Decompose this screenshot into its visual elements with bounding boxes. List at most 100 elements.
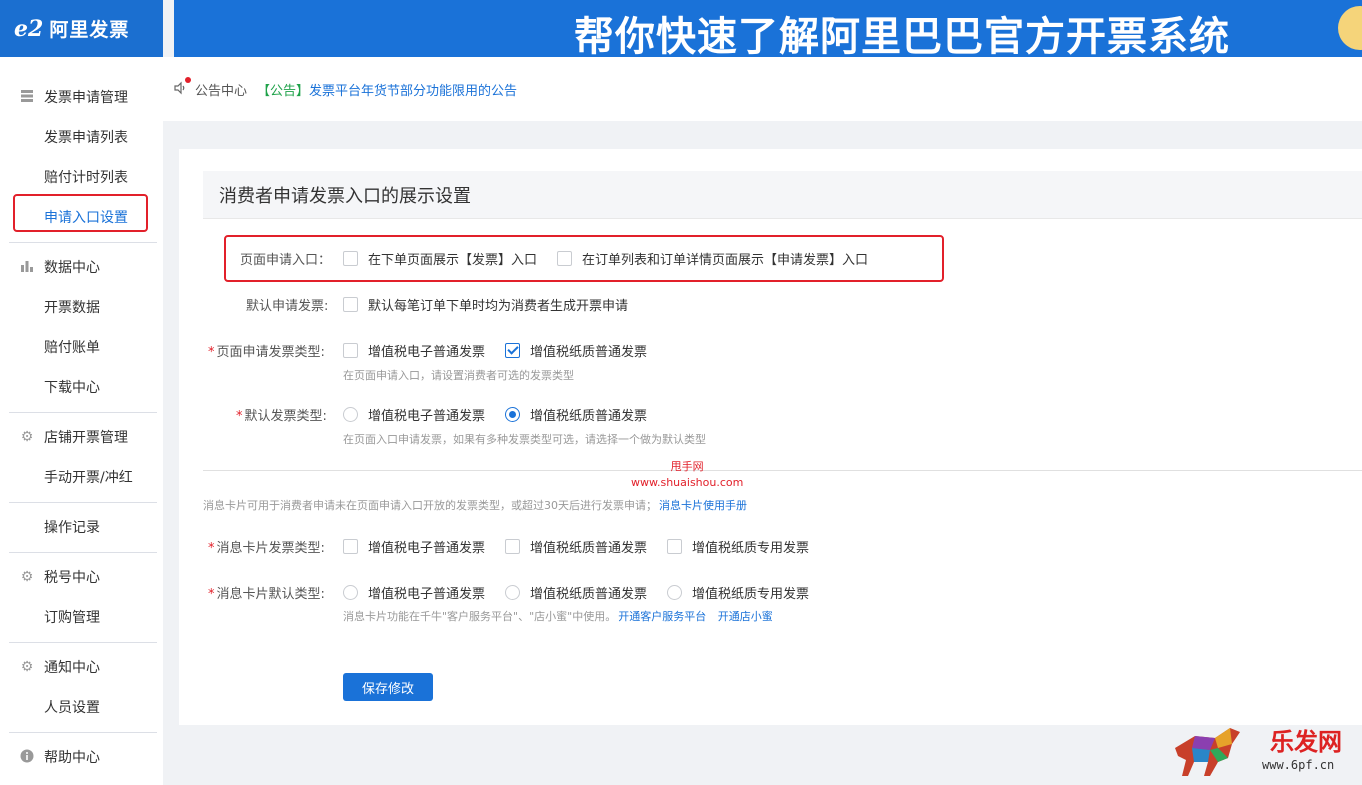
label-text: 消息卡片发票类型: — [216, 541, 325, 556]
sidebar-item-manual-invoice[interactable]: 手动开票/冲红 — [0, 457, 163, 497]
card-note: 消息卡片可用于消费者申请未在页面申请入口开放的发票类型，或超过30天后进行发票申… — [203, 497, 747, 513]
checkbox[interactable] — [343, 296, 358, 312]
option-label: 增值税电子普通发票 — [368, 408, 486, 424]
card-default-label: * 消息卡片默认类型: — [208, 583, 325, 602]
open-store-assistant-link[interactable]: 开通店小蜜 — [718, 610, 773, 623]
radio[interactable] — [343, 406, 358, 422]
option-label: 增值税纸质普通发票 — [530, 344, 648, 360]
logo-bull-icon — [1175, 728, 1240, 776]
checkbox[interactable] — [667, 538, 683, 554]
sidebar-item-label: 赔付计时列表 — [44, 170, 128, 186]
card-type-option-special-invoice[interactable]: 增值税纸质专用发票 — [667, 537, 809, 556]
sidebar-item-label: 操作记录 — [44, 520, 100, 536]
card-default-option-special-invoice[interactable]: 增值税纸质专用发票 — [667, 583, 809, 602]
sidebar-group-invoice[interactable]: 发票申请管理 — [0, 77, 163, 117]
sidebar-item-label: 赔付账单 — [44, 340, 100, 356]
radio[interactable] — [343, 584, 358, 600]
required-mark: * — [208, 541, 215, 556]
checkbox[interactable] — [343, 538, 358, 554]
notification-dot — [185, 77, 191, 83]
notice-center-label[interactable]: 公告中心 — [195, 80, 247, 99]
page-type-option-paper-invoice[interactable]: 增值税纸质普通发票 — [505, 341, 647, 360]
entry-label: 页面申请入口： — [240, 253, 332, 268]
sidebar-item-compensation-timer[interactable]: 赔付计时列表 — [0, 157, 163, 197]
checkbox[interactable] — [557, 250, 573, 266]
open-service-platform-link[interactable]: 开通客户服务平台 — [618, 610, 706, 623]
banner-button[interactable] — [1338, 6, 1362, 50]
checkbox[interactable] — [343, 342, 358, 358]
card-type-option-paper-invoice[interactable]: 增值税纸质普通发票 — [505, 537, 647, 556]
sidebar-item-label: 发票申请列表 — [44, 130, 128, 146]
label-text: 页面申请发票类型: — [216, 345, 325, 360]
sidebar-item-compensation-bill[interactable]: 赔付账单 — [0, 327, 163, 367]
save-button[interactable]: 保存修改 — [343, 673, 433, 701]
sidebar-item-label: 开票数据 — [44, 300, 100, 316]
sidebar-item-staff-settings[interactable]: 人员设置 — [0, 687, 163, 727]
required-mark: * — [236, 409, 243, 424]
sidebar-item-apply-list[interactable]: 发票申请列表 — [0, 117, 163, 157]
checkbox[interactable] — [505, 538, 521, 554]
nav-divider — [9, 732, 157, 733]
nav-divider — [9, 242, 157, 243]
logo-text: 阿里发票 — [49, 19, 130, 41]
app-logo[interactable]: e2 阿里发票 — [0, 0, 163, 57]
default-type-option-paper-invoice[interactable]: 增值税纸质普通发票 — [505, 405, 647, 424]
option-label: 在订单列表和订单详情页面展示【申请发票】入口 — [582, 252, 869, 268]
sidebar-item-label: 发票申请管理 — [44, 90, 128, 106]
entry-options: 在下单页面展示【发票】入口 在订单列表和订单详情页面展示【申请发票】入口 — [343, 247, 888, 269]
notice-link[interactable]: 【公告】发票平台年货节部分功能限用的公告 — [257, 80, 517, 99]
option-label: 增值税电子普通发票 — [368, 344, 486, 360]
required-mark: * — [208, 587, 215, 602]
card-manual-link[interactable]: 消息卡片使用手册 — [659, 499, 747, 512]
entry-option-order-page[interactable]: 在下单页面展示【发票】入口 — [343, 249, 537, 268]
sidebar-item-label: 人员设置 — [44, 700, 100, 716]
sidebar-item-subscription[interactable]: 订购管理 — [0, 597, 163, 637]
highlight-box-sidebar — [13, 194, 148, 232]
entry-option-order-list[interactable]: 在订单列表和订单详情页面展示【申请发票】入口 — [557, 249, 868, 268]
card-type-option-e-invoice[interactable]: 增值税电子普通发票 — [343, 537, 485, 556]
sidebar-group-tax-id[interactable]: ⚙ 税号中心 — [0, 557, 163, 597]
sidebar-group-help[interactable]: 帮助中心 — [0, 737, 163, 777]
sidebar-item-label: 下载中心 — [44, 380, 100, 396]
sidebar-item-invoice-data[interactable]: 开票数据 — [0, 287, 163, 327]
sidebar-group-notification[interactable]: ⚙ 通知中心 — [0, 647, 163, 687]
default-apply-option[interactable]: 默认每笔订单下单时均为消费者生成开票申请 — [343, 295, 628, 314]
checkbox-checked[interactable] — [505, 342, 521, 358]
default-apply-label: 默认申请发票: — [246, 299, 329, 314]
sidebar-item-download-center[interactable]: 下载中心 — [0, 367, 163, 407]
sidebar-item-label: 订购管理 — [44, 610, 100, 626]
option-label: 增值税纸质普通发票 — [530, 408, 648, 424]
option-label: 增值税纸质普通发票 — [530, 540, 648, 556]
watermark: 甩手网 www.shuaishou.com — [631, 459, 743, 491]
radio-selected[interactable] — [505, 406, 521, 422]
card-default-option-paper-invoice[interactable]: 增值税纸质普通发票 — [505, 583, 647, 602]
watermark-line1: 甩手网 — [670, 460, 704, 473]
notice-text: 发票平台年货节部分功能限用的公告 — [309, 83, 518, 99]
gear-icon: ⚙ — [20, 569, 34, 585]
nav-divider — [9, 502, 157, 503]
sidebar-item-label: 数据中心 — [44, 260, 100, 276]
hint-text: 消息卡片功能在千牛"客户服务平台"、"店小蜜"中使用。 — [343, 610, 617, 623]
page-type-option-e-invoice[interactable]: 增值税电子普通发票 — [343, 341, 485, 360]
gear-icon: ⚙ — [20, 659, 34, 675]
card-default-option-e-invoice[interactable]: 增值税电子普通发票 — [343, 583, 485, 602]
default-type-option-e-invoice[interactable]: 增值税电子普通发票 — [343, 405, 485, 424]
notice-tag: 【公告】 — [257, 83, 310, 99]
card-default-options: 增值税电子普通发票 增值税纸质普通发票 增值税纸质专用发票 — [343, 581, 829, 603]
sidebar-group-store-invoice[interactable]: ⚙ 店铺开票管理 — [0, 417, 163, 457]
notice-bar: 公告中心 【公告】发票平台年货节部分功能限用的公告 — [163, 57, 1362, 121]
section-divider — [203, 470, 1362, 471]
nav-divider — [9, 552, 157, 553]
card-type-options: 增值税电子普通发票 增值税纸质普通发票 增值税纸质专用发票 — [343, 535, 829, 557]
promo-banner[interactable]: 帮你快速了解阿里巴巴官方开票系统 — [174, 0, 1362, 57]
option-label: 增值税电子普通发票 — [368, 586, 486, 602]
sidebar-group-data[interactable]: 数据中心 — [0, 247, 163, 287]
sidebar-item-label: 税号中心 — [44, 570, 100, 586]
sidebar-item-operation-log[interactable]: 操作记录 — [0, 507, 163, 547]
checkbox[interactable] — [343, 250, 358, 266]
card-type-label: * 消息卡片发票类型: — [208, 537, 325, 556]
nav-divider — [9, 642, 157, 643]
radio[interactable] — [505, 584, 521, 600]
radio[interactable] — [667, 584, 683, 600]
label-text: 消息卡片默认类型: — [216, 587, 325, 602]
